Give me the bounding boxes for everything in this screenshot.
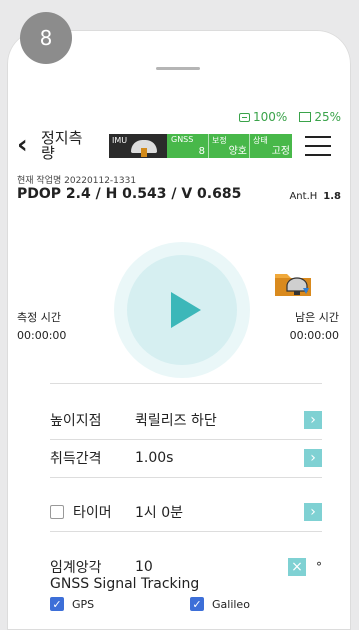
anth-value: 1.8: [323, 191, 341, 202]
pdop-readout: PDOP 2.4 / H 0.543 / V 0.685: [17, 186, 242, 202]
remaining-time: 남은 시간 00:00:00: [290, 309, 339, 346]
measure-time-label: 측정 시간: [17, 311, 61, 324]
state-value: 고정: [271, 146, 290, 157]
measure-time-value: 00:00:00: [17, 329, 67, 342]
receiver-icon: [131, 140, 157, 157]
height-point-row: 높이지점 퀵릴리즈 하단 ›: [50, 402, 322, 438]
remaining-time-label: 남은 시간: [295, 311, 339, 324]
anth-label: Ant.H: [289, 191, 318, 202]
hamburger-menu-icon[interactable]: [305, 136, 331, 156]
tablet-battery-icon: [299, 112, 312, 122]
divider: [50, 531, 322, 532]
divider: [50, 477, 322, 478]
correction-value: 양호: [228, 146, 247, 157]
back-chevron-icon[interactable]: ‹: [17, 132, 28, 158]
timer-row: 타이머 1시 0분 ›: [50, 494, 322, 530]
timer-label: 타이머: [73, 505, 112, 521]
timer-arrow-button[interactable]: ›: [304, 503, 322, 521]
job-name: 현재 작업명 20220112-1331: [17, 176, 137, 186]
height-point-arrow-button[interactable]: ›: [304, 411, 322, 429]
divider: [50, 383, 322, 384]
gps-checkbox-icon[interactable]: ✓: [50, 597, 64, 611]
gnss-item-gps[interactable]: ✓ GPS: [50, 597, 190, 611]
degree-unit: °: [316, 560, 322, 574]
height-point-value: 퀵릴리즈 하단: [135, 413, 217, 429]
clear-mask-button[interactable]: ×: [288, 558, 306, 576]
measure-time: 측정 시간 00:00:00: [17, 309, 66, 346]
tablet-indicator: 25%: [299, 110, 341, 124]
correction-label: 보정: [212, 136, 227, 145]
state-label: 상태: [253, 136, 268, 145]
height-point-label: 높이지점: [50, 413, 102, 429]
elevation-mask-label: 임계앙각: [50, 560, 102, 576]
gnss-status: GNSS 8 보정 양호 상태 고정: [167, 134, 292, 158]
interval-arrow-button[interactable]: ›: [304, 449, 322, 467]
gnss-item-galileo[interactable]: ✓ Galileo: [190, 597, 330, 611]
timer-value: 1시 0분: [135, 505, 184, 521]
tablet-value: 25%: [314, 110, 341, 124]
galileo-label: Galileo: [212, 597, 250, 611]
gnss-tracking-list: ✓ GPS ✓ Galileo: [50, 597, 330, 611]
interval-label: 취득간격: [50, 451, 102, 467]
status-bar: 100% 25%: [239, 110, 341, 124]
start-measure-button[interactable]: [127, 255, 237, 365]
interval-row: 취득간격 1.00s ›: [50, 440, 322, 476]
gps-label: GPS: [72, 597, 95, 611]
galileo-checkbox-icon[interactable]: ✓: [190, 597, 204, 611]
step-badge: 8: [20, 12, 72, 64]
timer-checkbox[interactable]: [50, 505, 64, 519]
play-icon: [171, 292, 201, 328]
phone-frame: 100% 25% ‹ 정지측 량 IMU GNSS 8 보정 양호 상태 고정: [7, 30, 351, 630]
app-header: ‹ 정지측 량 IMU GNSS 8 보정 양호 상태 고정: [7, 128, 351, 162]
battery-indicator: 100%: [239, 110, 287, 124]
gnss-tracking-title: GNSS Signal Tracking: [50, 576, 200, 592]
folder-receiver-icon[interactable]: [273, 266, 313, 300]
elevation-mask-input[interactable]: 10: [135, 559, 288, 575]
remaining-time-value: 00:00:00: [289, 329, 339, 342]
antenna-height: Ant.H 1.8: [289, 191, 341, 202]
battery-icon: [239, 112, 251, 122]
page-title: 정지측 량: [41, 129, 83, 162]
phone-speaker: [156, 67, 200, 70]
interval-value: 1.00s: [135, 450, 174, 466]
gnss-value: 8: [198, 146, 205, 157]
imu-status: IMU: [109, 134, 167, 158]
battery-value: 100%: [253, 110, 288, 124]
imu-label: IMU: [112, 136, 128, 145]
